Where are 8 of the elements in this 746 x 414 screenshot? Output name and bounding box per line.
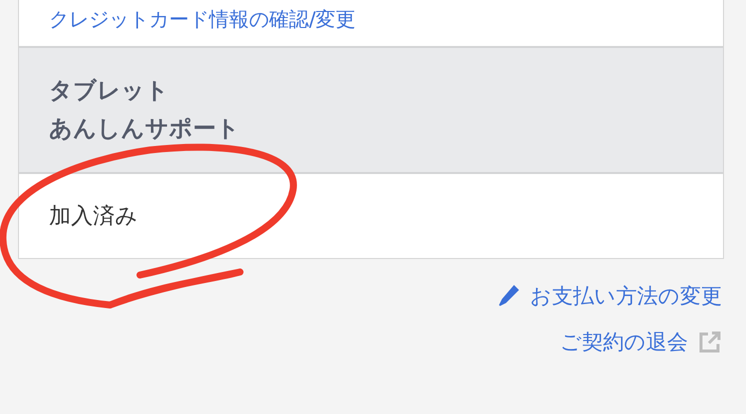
payment-change-link[interactable]: お支払い方法の変更 <box>530 281 722 311</box>
cancel-contract-link[interactable]: ご契約の退会 <box>560 327 688 357</box>
card-info-link[interactable]: クレジットカード情報の確認/変更 <box>49 6 356 32</box>
section-heading: タブレット <box>49 77 170 106</box>
external-link-icon <box>698 330 722 354</box>
pencil-icon <box>498 284 520 308</box>
section-heading: あんしんサポート <box>49 115 241 144</box>
status-text: 加入済み <box>49 202 138 230</box>
